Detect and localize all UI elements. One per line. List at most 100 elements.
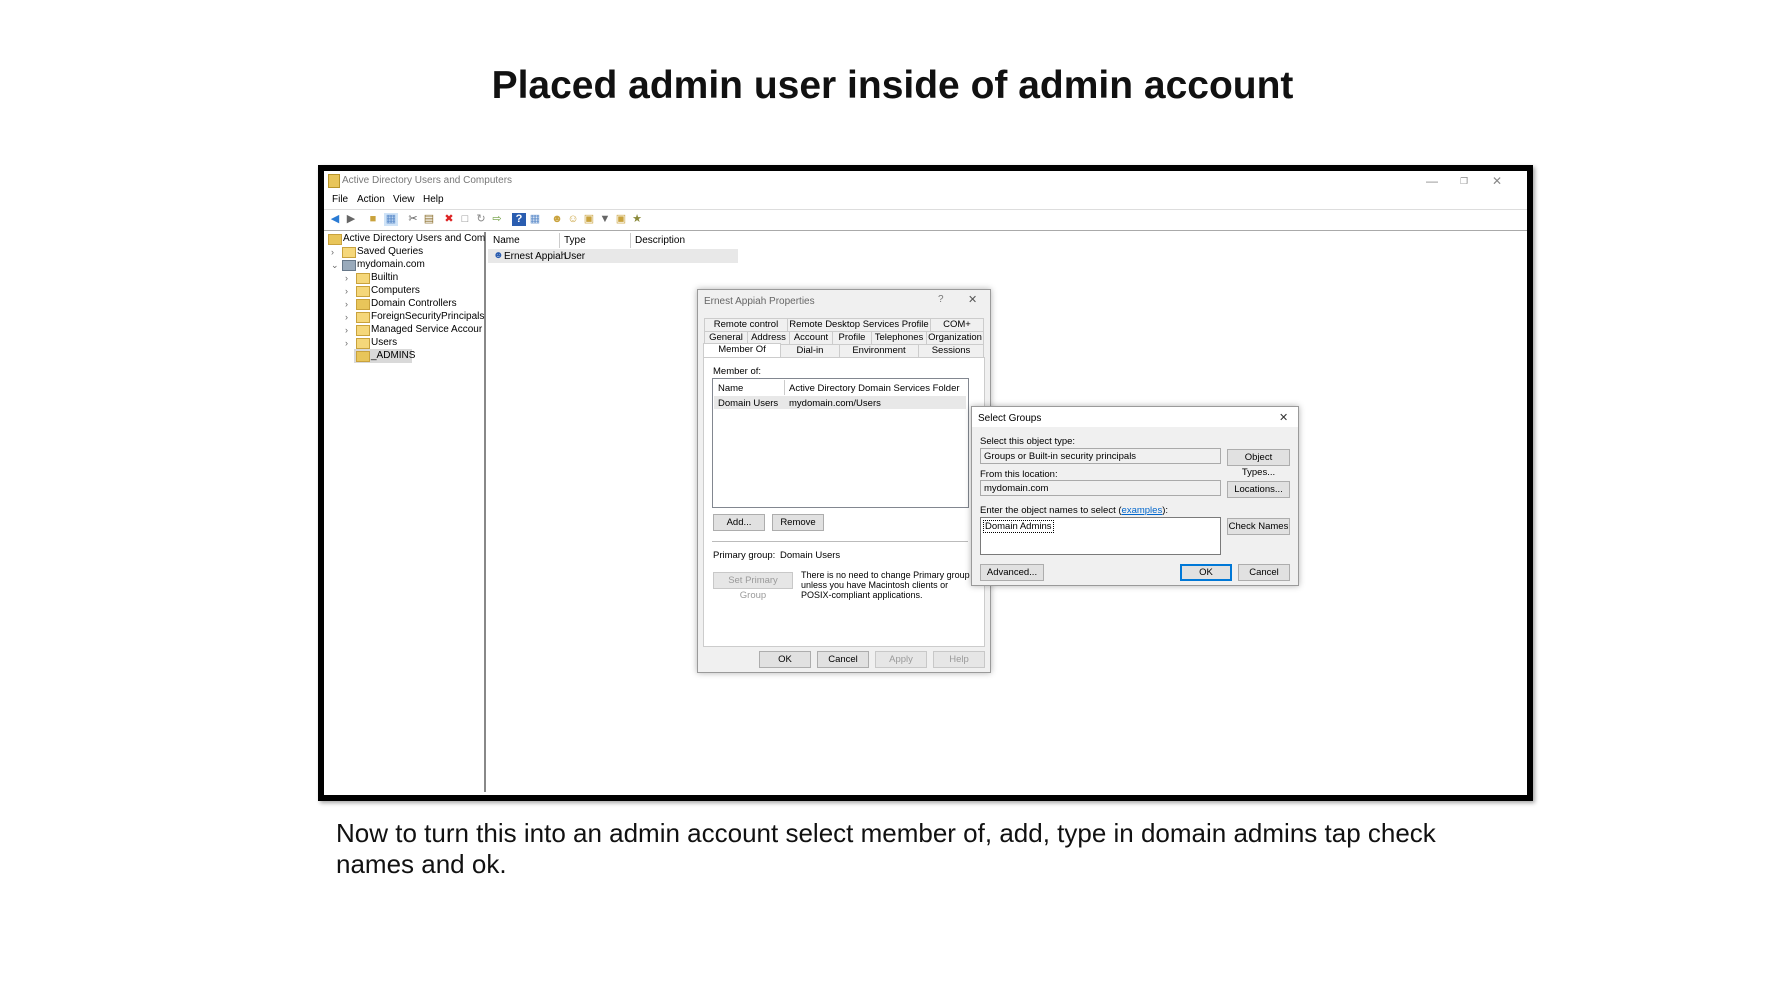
- add-button[interactable]: Add...: [713, 514, 765, 531]
- examples-link[interactable]: examples: [1122, 505, 1163, 516]
- enter-names-label-end: ):: [1162, 505, 1169, 516]
- check-names-button[interactable]: Check Names: [1227, 518, 1290, 535]
- new-group-icon[interactable]: ☺: [566, 213, 580, 226]
- column-divider[interactable]: [784, 380, 785, 395]
- object-type-label: Select this object type:: [980, 436, 1076, 447]
- new-user-icon[interactable]: ☻: [550, 213, 564, 226]
- tree-label: Builtin: [371, 272, 399, 283]
- close-icon[interactable]: ✕: [968, 293, 977, 306]
- column-divider[interactable]: [559, 233, 560, 248]
- object-types-button[interactable]: Object Types...: [1227, 449, 1290, 478]
- enter-names-label: Enter the object names to select (exampl…: [980, 505, 1168, 516]
- tree-label: Computers: [371, 285, 420, 296]
- tab-com-plus[interactable]: COM+: [930, 318, 984, 332]
- menu-view[interactable]: View: [393, 194, 415, 205]
- restore-button[interactable]: ❐: [1449, 173, 1479, 189]
- export-icon[interactable]: ⇨: [490, 213, 504, 226]
- advanced-button[interactable]: Advanced...: [980, 564, 1044, 581]
- ok-button[interactable]: OK: [1180, 564, 1232, 581]
- column-header-type[interactable]: Type: [564, 235, 586, 246]
- refresh-icon[interactable]: ↻: [474, 213, 488, 226]
- view-icon[interactable]: ▦: [528, 213, 542, 226]
- chevron-right-icon[interactable]: ›: [345, 310, 353, 324]
- menu-help[interactable]: Help: [423, 194, 444, 205]
- back-icon[interactable]: ◀: [328, 213, 342, 226]
- tab-organization[interactable]: Organization: [926, 331, 984, 345]
- folder-icon: [356, 312, 370, 323]
- column-header-folder[interactable]: Active Directory Domain Services Folder: [789, 383, 960, 394]
- toolbar: ◀ ▶ ■ ▦ ✂ ▤ ✖ □ ↻ ⇨ ? ▦ ☻ ☺ ▣ ▼ ▣ ★: [324, 209, 1527, 231]
- chevron-down-icon[interactable]: ⌄: [331, 258, 339, 272]
- ou-icon: [356, 351, 370, 362]
- menu-file[interactable]: File: [332, 194, 348, 205]
- table-row[interactable]: Domain Users mydomain.com/Users: [714, 396, 966, 409]
- tab-telephones[interactable]: Telephones: [871, 331, 927, 345]
- group-folder: mydomain.com/Users: [789, 398, 881, 409]
- window-titlebar: Active Directory Users and Computers — ❐…: [324, 171, 1527, 191]
- close-icon[interactable]: ✕: [1279, 411, 1288, 424]
- object-type-field: Groups or Built-in security principals: [980, 448, 1221, 464]
- tab-sessions[interactable]: Sessions: [918, 344, 984, 358]
- tree-label: Users: [371, 337, 398, 348]
- table-row[interactable]: ☻ Ernest Appiah User: [488, 249, 738, 263]
- apply-button[interactable]: Apply: [875, 651, 927, 668]
- find-icon[interactable]: ▣: [614, 213, 628, 226]
- help-button[interactable]: Help: [933, 651, 985, 668]
- app-icon: [328, 174, 340, 188]
- cancel-button[interactable]: Cancel: [817, 651, 869, 668]
- show-tree-icon[interactable]: ▦: [384, 213, 398, 226]
- tab-remote-desktop[interactable]: Remote Desktop Services Profile: [787, 318, 931, 332]
- copy-icon[interactable]: ▤: [422, 213, 436, 226]
- folder-icon: [356, 273, 370, 284]
- up-folder-icon[interactable]: ■: [366, 213, 380, 226]
- tree-label: mydomain.com: [357, 259, 425, 270]
- tree-item-admins[interactable]: _ADMINS: [354, 349, 416, 363]
- delete-icon[interactable]: ✖: [442, 213, 456, 226]
- remove-button[interactable]: Remove: [772, 514, 824, 531]
- domain-icon: [342, 260, 356, 271]
- cut-icon[interactable]: ✂: [406, 213, 420, 226]
- row-type: User: [564, 251, 586, 262]
- member-of-list[interactable]: Name Active Directory Domain Services Fo…: [712, 378, 969, 508]
- locations-button[interactable]: Locations...: [1227, 481, 1290, 498]
- menu-bar: File Action View Help: [324, 192, 1527, 208]
- tree-label: _ADMINS: [371, 350, 416, 361]
- tab-environment[interactable]: Environment: [839, 344, 919, 358]
- add-to-group-icon[interactable]: ★: [630, 213, 644, 226]
- help-icon[interactable]: ?: [938, 294, 944, 305]
- filter-icon[interactable]: ▼: [598, 213, 612, 226]
- properties-icon[interactable]: □: [458, 213, 472, 226]
- chevron-right-icon[interactable]: ›: [345, 284, 353, 298]
- chevron-right-icon[interactable]: ›: [345, 323, 353, 337]
- chevron-right-icon[interactable]: ›: [345, 336, 353, 350]
- set-primary-group-button[interactable]: Set Primary Group: [713, 572, 793, 601]
- close-button[interactable]: ✕: [1482, 173, 1512, 189]
- divider: [712, 541, 968, 542]
- chevron-right-icon[interactable]: ›: [331, 245, 339, 259]
- tab-profile[interactable]: Profile: [832, 331, 872, 345]
- list-header: [488, 232, 738, 250]
- chevron-right-icon[interactable]: ›: [345, 297, 353, 311]
- minimize-button[interactable]: —: [1417, 173, 1447, 189]
- ok-button[interactable]: OK: [759, 651, 811, 668]
- column-header-name[interactable]: Name: [718, 383, 743, 394]
- tab-remote-control[interactable]: Remote control: [704, 318, 788, 332]
- forward-icon[interactable]: ▶: [344, 213, 358, 226]
- help-icon[interactable]: ?: [512, 213, 526, 226]
- new-ou-icon[interactable]: ▣: [582, 213, 596, 226]
- column-divider[interactable]: [630, 233, 631, 248]
- folder-icon: [356, 286, 370, 297]
- menu-action[interactable]: Action: [357, 194, 385, 205]
- column-header-name[interactable]: Name: [493, 235, 520, 246]
- chevron-right-icon[interactable]: ›: [345, 271, 353, 285]
- cancel-button[interactable]: Cancel: [1238, 564, 1290, 581]
- tree-label: Managed Service Accour: [371, 324, 483, 335]
- object-names-value: Domain Admins: [983, 520, 1054, 533]
- tab-member-of[interactable]: Member Of: [703, 343, 781, 358]
- column-header-description[interactable]: Description: [635, 235, 685, 246]
- ou-icon: [356, 299, 370, 310]
- tab-account[interactable]: Account: [789, 331, 833, 345]
- tab-dial-in[interactable]: Dial-in: [780, 344, 840, 358]
- ad-window-screenshot: Active Directory Users and Computers — ❐…: [318, 165, 1533, 801]
- object-names-input[interactable]: Domain Admins: [980, 517, 1221, 555]
